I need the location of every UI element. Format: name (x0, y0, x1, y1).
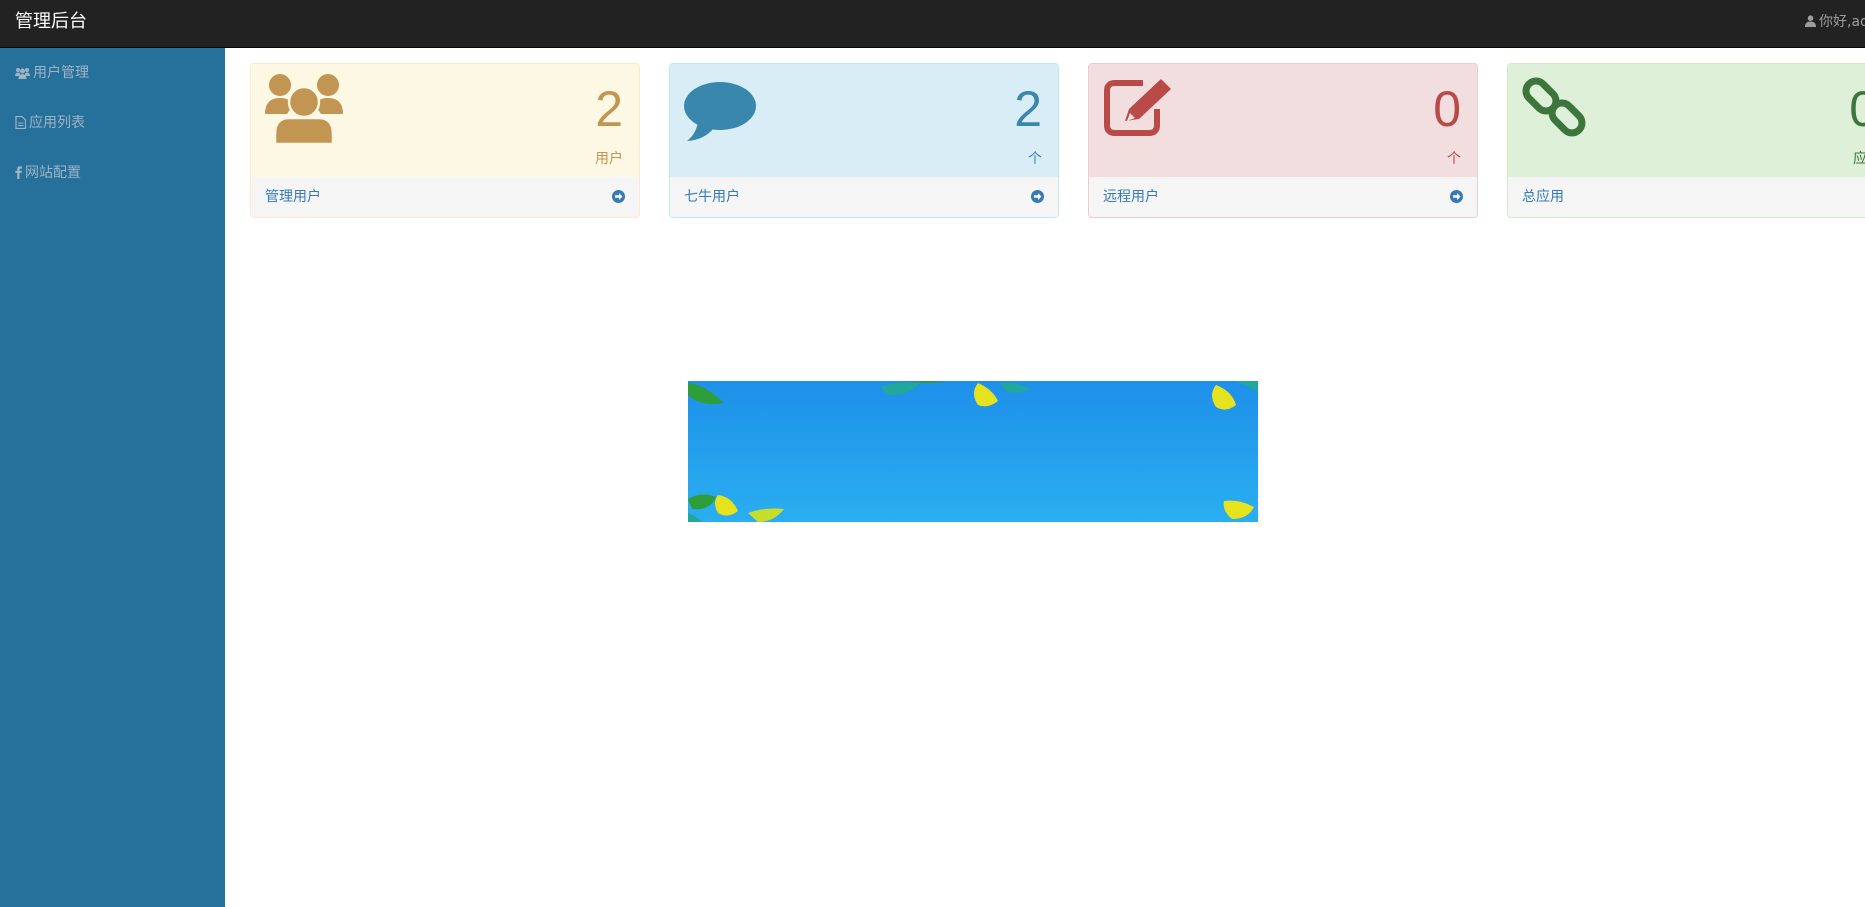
sidebar-item-label: 用户管理 (33, 65, 89, 81)
panel-count: 0 (1433, 81, 1461, 137)
brand-title[interactable]: 管理后台 (15, 0, 87, 48)
banner-image (688, 381, 1258, 522)
arrow-circle-right-icon (612, 190, 625, 203)
sidebar: 用户管理 应用列表 网站配置 (0, 48, 225, 907)
panel-unit: 用户 (595, 151, 623, 167)
panel-link-label: 管理用户 (265, 189, 321, 205)
panel-count: 2 (1014, 81, 1042, 137)
user-menu[interactable]: 你好,ad (1805, 0, 1865, 48)
user-icon (1805, 15, 1816, 27)
users-icon (265, 74, 343, 144)
panel-heading: 2 个 (670, 64, 1058, 178)
panel-footer-link[interactable]: 总应用 (1508, 177, 1865, 217)
panel-count: 0 (1849, 84, 1865, 134)
panel-unit: 应 (1853, 148, 1865, 168)
link-icon (1522, 77, 1586, 137)
panel-footer-link[interactable]: 远程用户 (1089, 177, 1477, 217)
panel-footer-link[interactable]: 七牛用户 (670, 177, 1058, 217)
panel-heading: 0 个 (1089, 64, 1477, 178)
panel-total-apps: 0 应 总应用 (1507, 63, 1865, 218)
panel-link-label: 总应用 (1522, 189, 1564, 205)
sidebar-item-app-list[interactable]: 应用列表 (15, 113, 85, 133)
arrow-circle-right-icon (1450, 190, 1463, 203)
sky-leaves-graphic (688, 381, 1258, 522)
sidebar-item-label: 应用列表 (29, 115, 85, 131)
comment-icon (684, 82, 756, 141)
user-greeting: 你好,ad (1819, 14, 1865, 30)
panel-count: 2 (595, 81, 623, 137)
panel-link-label: 七牛用户 (684, 189, 740, 205)
sidebar-item-label: 网站配置 (25, 165, 81, 181)
panel-heading: 0 应 (1508, 64, 1865, 178)
sidebar-item-user-management[interactable]: 用户管理 (15, 63, 89, 83)
facebook-icon (15, 166, 22, 179)
top-navbar: 管理后台 你好,ad (0, 0, 1865, 48)
panel-heading: 2 用户 (251, 64, 639, 178)
panel-unit: 个 (1447, 151, 1461, 167)
file-icon (15, 115, 27, 130)
edit-icon (1104, 79, 1171, 136)
sidebar-item-site-config[interactable]: 网站配置 (15, 163, 81, 183)
panel-remote-users: 0 个 远程用户 (1088, 63, 1478, 218)
panel-link-label: 远程用户 (1103, 189, 1159, 205)
users-icon (15, 68, 30, 79)
panel-qiniu-users: 2 个 七牛用户 (669, 63, 1059, 218)
panel-admin-users: 2 用户 管理用户 (250, 63, 640, 218)
panel-footer-link[interactable]: 管理用户 (251, 177, 639, 217)
panel-unit: 个 (1028, 151, 1042, 167)
arrow-circle-right-icon (1031, 190, 1044, 203)
